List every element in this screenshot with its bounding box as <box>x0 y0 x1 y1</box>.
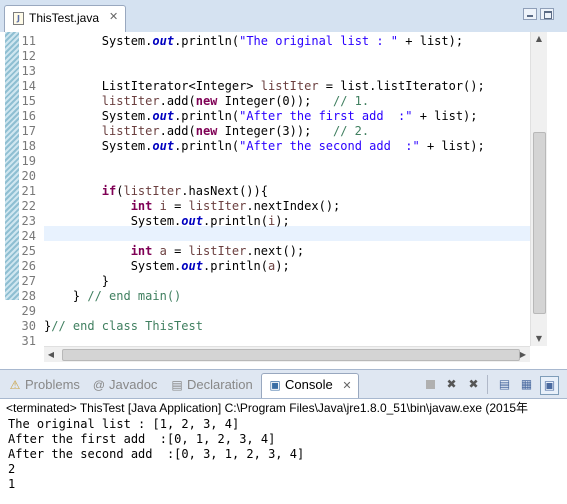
scroll-left-arrow-icon[interactable]: ◀ <box>44 347 58 362</box>
horizontal-scrollbar[interactable]: ◀ ▶ <box>44 346 530 362</box>
line-number: 24 <box>21 229 36 243</box>
line-number: 23 <box>21 214 36 228</box>
code-line[interactable]: System.out.println(a); <box>44 259 290 274</box>
line-number: 28 <box>21 289 36 303</box>
line-number: 25 <box>21 244 36 258</box>
code-line[interactable]: } <box>44 274 109 289</box>
line-number: 26 <box>21 259 36 273</box>
code-line[interactable]: System.out.println("After the second add… <box>44 139 485 154</box>
line-number: 29 <box>21 304 36 318</box>
tab-label: Declaration <box>187 377 253 392</box>
line-number: 20 <box>21 169 36 183</box>
code-line[interactable]: ListIterator<Integer> listIter = list.li… <box>44 79 485 94</box>
code-line[interactable]: System.out.println(i); <box>44 214 290 229</box>
minimize-icon[interactable] <box>523 8 537 20</box>
code-line[interactable]: int a = listIter.next(); <box>44 244 304 259</box>
line-number: 14 <box>21 79 36 93</box>
line-number: 31 <box>21 334 36 348</box>
remove-launch-icon[interactable]: ✖ <box>443 376 460 393</box>
line-number: 18 <box>21 139 36 153</box>
line-number: 13 <box>21 64 36 78</box>
vertical-scroll-thumb[interactable] <box>533 132 546 314</box>
views-tab-bar: ⚠ Problems @ Javadoc ▤ Declaration ▣ Console… <box>0 369 567 399</box>
editor-tab-label: ThisTest.java <box>29 11 100 25</box>
tab-console[interactable]: ▣ Console ✕ <box>261 373 359 398</box>
console-output-line: After the second add :[0, 3, 1, 2, 3, 4] <box>8 447 305 461</box>
line-number: 27 <box>21 274 36 288</box>
line-number: 19 <box>21 154 36 168</box>
console-output-line: The original list : [1, 2, 3, 4] <box>8 417 240 431</box>
console-output-line: 2 <box>8 462 16 476</box>
problems-icon: ⚠ <box>9 378 21 392</box>
line-number: 30 <box>21 319 36 333</box>
close-icon[interactable]: ✕ <box>342 380 351 392</box>
editor-tab-thistest[interactable]: J ThisTest.java ✕ <box>4 5 126 32</box>
javadoc-icon: @ <box>92 378 106 392</box>
code-line[interactable]: listIter.add(new Integer(3)); // 2. <box>44 124 369 139</box>
console-status-line: <terminated> ThisTest [Java Application]… <box>6 401 529 415</box>
tab-label: Problems <box>25 377 80 392</box>
console-icon: ▣ <box>269 378 281 392</box>
remove-all-terminated-icon[interactable]: ✖ <box>465 376 482 393</box>
tab-javadoc[interactable]: @ Javadoc <box>92 374 158 396</box>
console-output-line: 1 <box>8 477 16 491</box>
code-line[interactable]: listIter.add(new Integer(0)); // 1. <box>44 94 369 109</box>
tab-declaration[interactable]: ▤ Declaration <box>170 374 253 396</box>
line-number: 16 <box>21 109 36 123</box>
tab-label: Javadoc <box>109 377 158 392</box>
editor-tab-bar: J ThisTest.java ✕ <box>0 0 567 33</box>
line-number: 11 <box>21 34 36 48</box>
code-text-area[interactable]: System.out.println("The original list : … <box>44 32 532 347</box>
line-number: 22 <box>21 199 36 213</box>
line-number: 17 <box>21 124 36 138</box>
declaration-icon: ▤ <box>171 378 183 392</box>
tab-problems[interactable]: ⚠ Problems <box>8 374 80 396</box>
code-line[interactable]: }// end class ThisTest <box>44 319 203 334</box>
pin-console-icon[interactable]: ▦ <box>518 376 535 393</box>
console-output-line: After the first add :[0, 1, 2, 3, 4] <box>8 432 276 446</box>
toolbar-separator <box>487 375 488 394</box>
display-console-icon[interactable]: ▣ <box>540 376 559 395</box>
close-icon[interactable]: ✕ <box>109 10 118 23</box>
scroll-down-arrow-icon[interactable]: ▼ <box>531 332 547 346</box>
code-line[interactable]: int i = listIter.nextIndex(); <box>44 199 341 214</box>
maximize-icon[interactable] <box>540 8 554 20</box>
terminate-icon[interactable] <box>422 376 439 393</box>
scroll-lock-icon[interactable]: ▤ <box>496 376 513 393</box>
code-line[interactable]: if(listIter.hasNext()){ <box>44 184 268 199</box>
code-line[interactable]: System.out.println("The original list : … <box>44 34 463 49</box>
java-file-icon: J <box>13 12 24 25</box>
code-line[interactable]: } // end main() <box>44 289 181 304</box>
line-number: 12 <box>21 49 36 63</box>
vertical-scrollbar[interactable]: ▲ ▼ <box>530 32 547 346</box>
horizontal-scroll-thumb[interactable] <box>62 349 520 361</box>
scroll-right-arrow-icon[interactable]: ▶ <box>516 347 530 362</box>
line-number: 15 <box>21 94 36 108</box>
code-editor[interactable]: 11 12 13 14 15 16 17 18 19 20 21 22 23 24 25 26 27 28 29 30… <box>0 32 567 362</box>
tab-label: Console <box>285 377 333 392</box>
line-number: 21 <box>21 184 36 198</box>
code-line[interactable]: System.out.println("After the first add … <box>44 109 478 124</box>
scroll-up-arrow-icon[interactable]: ▲ <box>531 32 547 46</box>
